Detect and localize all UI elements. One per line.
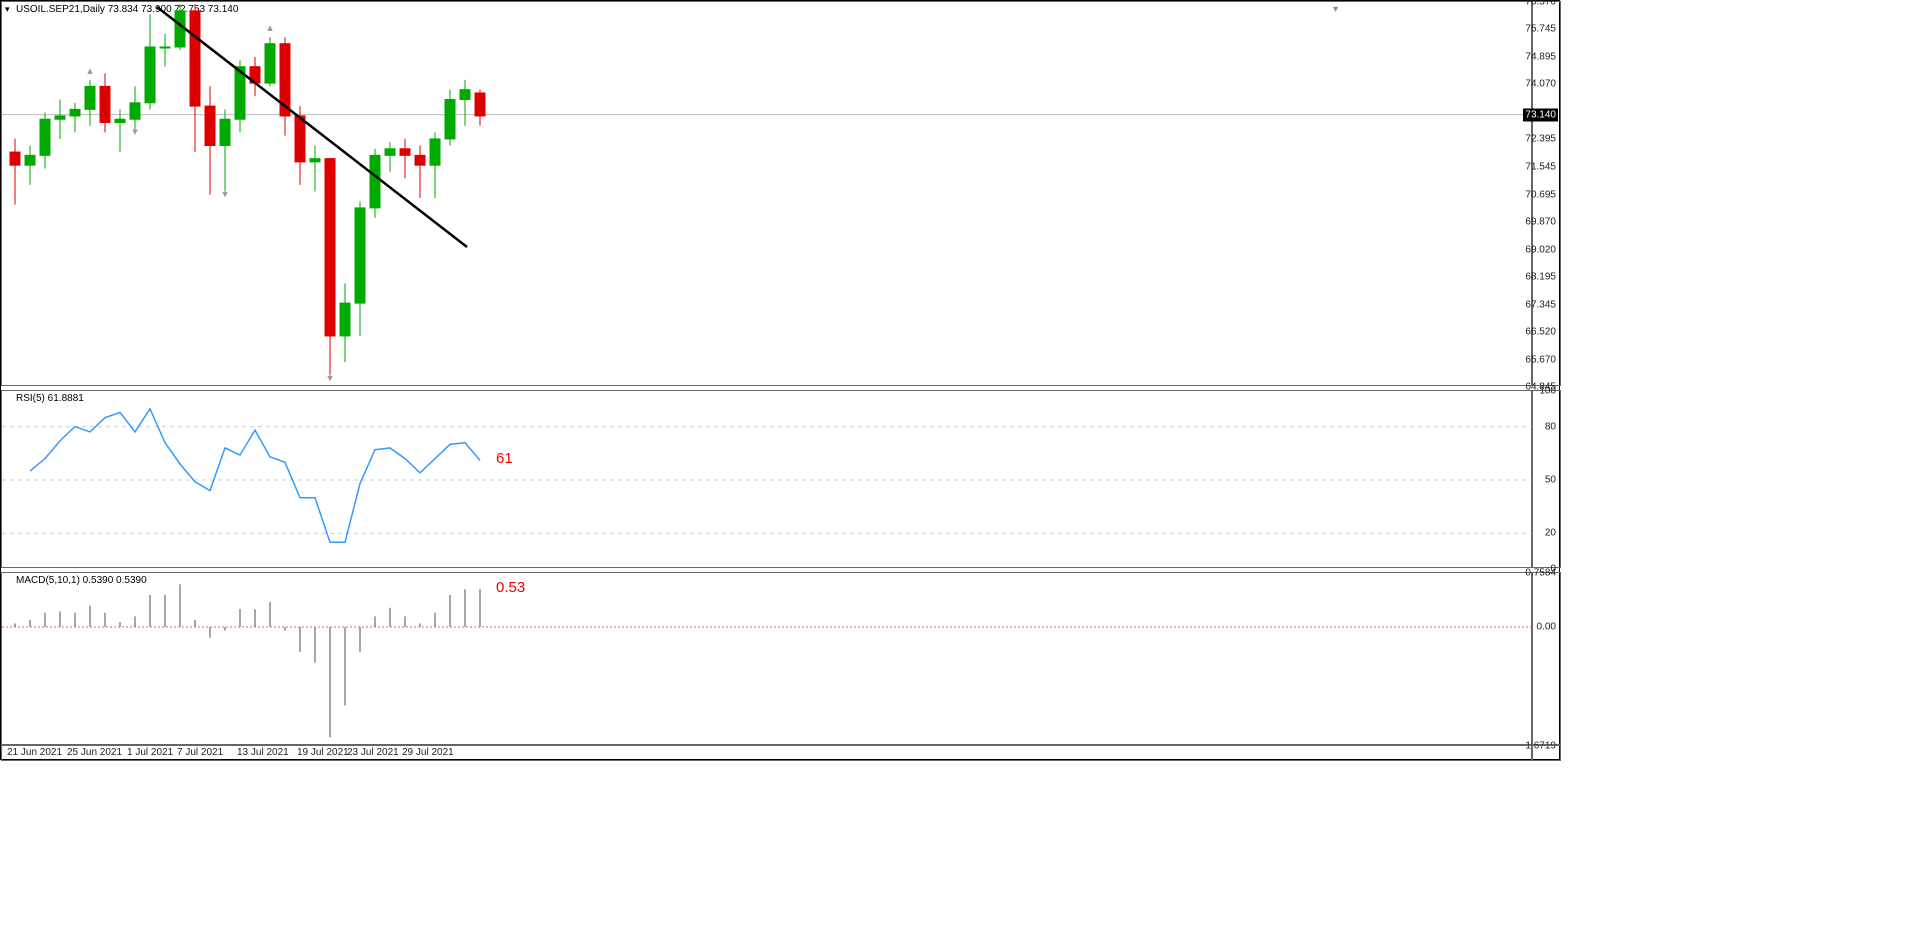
price-tick: 67.345 (1525, 299, 1556, 310)
time-tick: 23 Jul 2021 (347, 747, 399, 758)
price-tick: 68.195 (1525, 272, 1556, 283)
time-tick: 29 Jul 2021 (402, 747, 454, 758)
rsi-tick: 50 (1545, 475, 1556, 486)
rsi-tick: 20 (1545, 528, 1556, 539)
rsi-annotation: 61 (496, 450, 513, 467)
price-tick: 75.745 (1525, 24, 1556, 35)
chart-window: ▾ USOIL.SEP21,Daily 73.834 73.900 72.753… (0, 0, 1560, 760)
svg-text:▾: ▾ (222, 188, 228, 200)
time-tick: 21 Jun 2021 (7, 747, 62, 758)
time-tick: 25 Jun 2021 (67, 747, 122, 758)
price-tick: 76.570 (1525, 0, 1556, 8)
price-tick: 71.545 (1525, 162, 1556, 173)
rsi-tick: 80 (1545, 421, 1556, 432)
price-badge: 73.140 (1523, 108, 1558, 121)
macd-canvas (2, 573, 1533, 746)
price-pane[interactable]: ▾ USOIL.SEP21,Daily 73.834 73.900 72.753… (1, 1, 1532, 386)
time-axis: 21 Jun 2021 25 Jun 2021 1 Jul 2021 7 Jul 20… (1, 745, 1532, 761)
svg-text:▴: ▴ (87, 65, 93, 77)
time-tick: 7 Jul 2021 (177, 747, 223, 758)
svg-text:▾: ▾ (1333, 4, 1338, 15)
macd-tick: 0.00 (1537, 621, 1556, 632)
svg-text:▾: ▾ (132, 126, 138, 138)
macd-axis: 0.75840.00-1.6719 (1532, 572, 1561, 745)
rsi-tick: 100 (1539, 386, 1556, 397)
macd-tick: 0.7584 (1525, 568, 1556, 579)
rsi-axis: 1008050200 (1532, 390, 1561, 568)
time-tick: 13 Jul 2021 (237, 747, 289, 758)
price-tick: 69.020 (1525, 244, 1556, 255)
rsi-pane[interactable]: RSI(5) 61.8881 61 (1, 390, 1532, 568)
rsi-canvas (2, 391, 1533, 569)
price-tick: 66.520 (1525, 327, 1556, 338)
macd-pane[interactable]: MACD(5,10,1) 0.5390 0.5390 0.53 (1, 572, 1532, 745)
price-tick: 65.670 (1525, 354, 1556, 365)
price-tick: 74.895 (1525, 52, 1556, 63)
price-tick: 69.870 (1525, 217, 1556, 228)
svg-text:▴: ▴ (267, 22, 273, 34)
price-tick: 70.695 (1525, 189, 1556, 200)
time-tick: 19 Jul 2021 (297, 747, 349, 758)
price-tick: 74.070 (1525, 79, 1556, 90)
price-canvas: ▴▾▴▾▴▾▾ (2, 2, 1533, 387)
time-tick: 1 Jul 2021 (127, 747, 173, 758)
price-tick: 72.395 (1525, 134, 1556, 145)
svg-text:▾: ▾ (327, 372, 333, 384)
macd-annotation: 0.53 (496, 579, 525, 596)
price-axis: 76.57075.74574.89574.07073.14072.39571.5… (1532, 1, 1561, 386)
